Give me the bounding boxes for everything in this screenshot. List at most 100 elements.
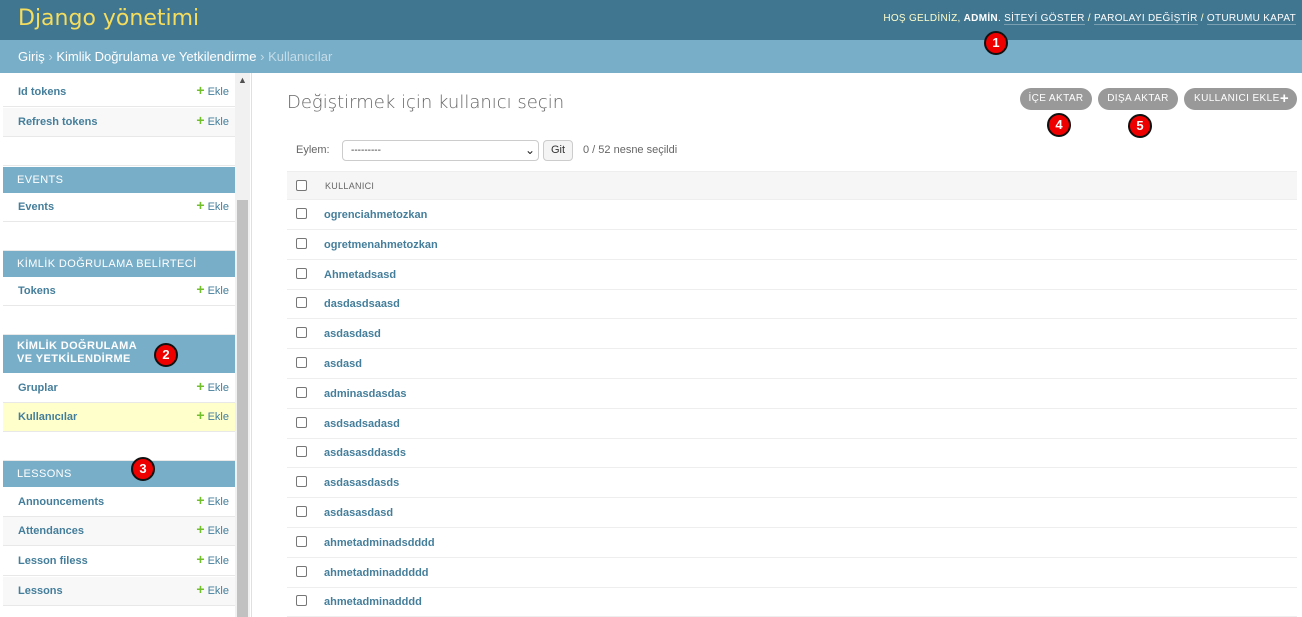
row-checkbox[interactable] [296, 267, 307, 279]
username-link[interactable]: asdasasdasd [324, 507, 393, 519]
add-label: Ekle [207, 525, 229, 537]
sidebar-model-link[interactable]: Kullanıcılar [18, 411, 77, 423]
annotation-badge-2: 2 [154, 343, 178, 367]
row-checkbox[interactable] [296, 506, 307, 517]
page-title: Değiştirmek için kullanıcı seçin [287, 92, 565, 113]
add-link[interactable]: + Ekle [196, 582, 229, 597]
row-checkbox[interactable] [296, 535, 307, 547]
sidebar-app-caption-auth[interactable]: KİMLİK DOĞRULAMA VE YETKİLENDİRME [3, 335, 235, 373]
username-link[interactable]: asdasd [324, 358, 362, 370]
import-button[interactable]: İÇE AKTAR [1020, 88, 1092, 110]
sidebar-model-link[interactable]: Lessons [18, 585, 63, 597]
row-checkbox[interactable] [296, 237, 307, 249]
add-user-button[interactable]: KULLANICI EKLE + [1184, 88, 1297, 110]
sidebar-model-link[interactable]: Id tokens [18, 86, 66, 98]
view-site-link[interactable]: SİTEYİ GÖSTER [1004, 13, 1085, 25]
username-link[interactable]: ahmetadminaddddd [324, 567, 429, 579]
go-button[interactable]: Git [543, 140, 573, 161]
user-tools: HOŞ GELDİNİZ, ADMİN. SİTEYİ GÖSTER / PAR… [883, 13, 1296, 25]
export-button[interactable]: DIŞA AKTAR [1098, 88, 1178, 110]
scrollbar-thumb[interactable] [237, 200, 248, 617]
chevron-down-icon: ⌄ [524, 143, 535, 157]
column-header-username[interactable]: KULLANICI [325, 181, 374, 191]
username-link[interactable]: ogrenciahmetozkan [324, 209, 427, 221]
add-label: Ekle [207, 555, 229, 567]
username-link[interactable]: asdasasdasds [324, 477, 399, 489]
username-link[interactable]: asdasasddasds [324, 447, 406, 459]
username-link[interactable]: Ahmetadsasd [324, 269, 396, 281]
sidebar-item-announcements: Announcements + Ekle [3, 488, 235, 517]
table-row: asdasasddasds [287, 438, 1297, 469]
username-link[interactable]: dasdasdsaasd [324, 298, 400, 310]
sidebar-model-link[interactable]: Announcements [18, 496, 104, 508]
row-checkbox[interactable] [296, 386, 307, 398]
breadcrumb-separator: › [48, 49, 53, 64]
sidebar-scrollbar[interactable]: ▲ [235, 73, 250, 617]
add-link[interactable]: + Ekle [196, 282, 229, 297]
sidebar-app-caption[interactable]: KİMLİK DOĞRULAMA BELİRTECİ [3, 251, 235, 277]
table-row: dasdasdsaasd [287, 289, 1297, 320]
site-branding[interactable]: Django yönetimi [18, 6, 199, 31]
add-link[interactable]: + Ekle [196, 492, 229, 508]
table-row: ogretmenahmetozkan [287, 230, 1297, 260]
sidebar-gap [3, 306, 235, 335]
username-link[interactable]: ogretmenahmetozkan [324, 239, 438, 251]
row-checkbox[interactable] [296, 297, 307, 309]
sidebar-model-link[interactable]: Refresh tokens [18, 116, 97, 128]
sidebar-item-tokens: Tokens + Ekle [3, 277, 235, 306]
add-label: Ekle [207, 86, 229, 98]
username-link[interactable]: ahmetadminadsdddd [324, 537, 435, 549]
sidebar-model-link[interactable]: Events [18, 201, 54, 213]
change-password-link[interactable]: PAROLAYI DEĞİŞTİR [1093, 13, 1198, 25]
add-link[interactable]: + Ekle [196, 408, 229, 423]
select-all-checkbox[interactable] [296, 180, 307, 191]
username-link[interactable]: adminasdasdas [324, 388, 407, 400]
row-checkbox[interactable] [296, 476, 307, 488]
plus-icon: + [1279, 90, 1289, 107]
add-label: Ekle [207, 382, 229, 394]
scroll-up-arrow-icon[interactable]: ▲ [235, 73, 250, 88]
sidebar-model-link[interactable]: Tokens [18, 285, 56, 297]
row-checkbox[interactable] [296, 446, 307, 458]
sidebar-app-caption[interactable]: EVENTS [3, 167, 235, 193]
row-checkbox[interactable] [296, 327, 307, 339]
username: ADMİN [963, 13, 998, 24]
username-link[interactable]: ahmetadminadddd [324, 596, 422, 608]
action-select[interactable]: --------- ⌄ [342, 140, 539, 161]
plus-icon: + [196, 492, 205, 508]
add-label: Ekle [207, 116, 229, 128]
logout-link[interactable]: OTURUMU KAPAT [1206, 13, 1296, 25]
table-row: asdasdasd [287, 319, 1297, 350]
username-link[interactable]: asdasdasd [324, 328, 381, 340]
row-checkbox[interactable] [296, 565, 307, 577]
sidebar-model-link[interactable]: Gruplar [18, 382, 58, 394]
row-checkbox[interactable] [296, 208, 307, 219]
plus-icon: + [196, 112, 205, 128]
sidebar-app-caption[interactable]: LESSONS [3, 461, 235, 487]
add-link[interactable]: + Ekle [196, 522, 229, 537]
add-link[interactable]: + Ekle [196, 112, 229, 128]
sidebar-nav: Id tokens + Ekle Refresh tokens + Ekle EVE… [0, 73, 252, 617]
table-row: asdsadsadasd [287, 409, 1297, 439]
sidebar-item-events: Events + Ekle [3, 193, 235, 222]
add-link[interactable]: + Ekle [196, 83, 229, 98]
sidebar-model-link[interactable]: Lesson filess [18, 555, 88, 567]
breadcrumb-home[interactable]: Giriş [18, 49, 45, 64]
action-counter: 0 / 52 nesne seçildi [583, 144, 678, 156]
add-user-label: KULLANICI EKLE [1194, 93, 1280, 104]
row-checkbox[interactable] [296, 595, 307, 607]
table-row: asdasd [287, 349, 1297, 379]
add-link[interactable]: + Ekle [196, 198, 229, 213]
sidebar-item-kullanicilar: Kullanıcılar + Ekle [3, 403, 235, 432]
add-link[interactable]: + Ekle [196, 379, 229, 394]
row-checkbox[interactable] [296, 357, 307, 368]
add-link[interactable]: + Ekle [196, 551, 229, 567]
sidebar-model-link[interactable]: Attendances [18, 525, 84, 537]
plus-icon: + [196, 551, 205, 567]
username-link[interactable]: asdsadsadasd [324, 418, 400, 430]
sidebar-item-attendances: Attendances + Ekle [3, 517, 235, 546]
table-row: adminasdasdas [287, 379, 1297, 409]
breadcrumb-app[interactable]: Kimlik Doğrulama ve Yetkilendirme [56, 49, 256, 64]
row-checkbox[interactable] [296, 416, 307, 428]
sidebar-divider [251, 73, 252, 617]
